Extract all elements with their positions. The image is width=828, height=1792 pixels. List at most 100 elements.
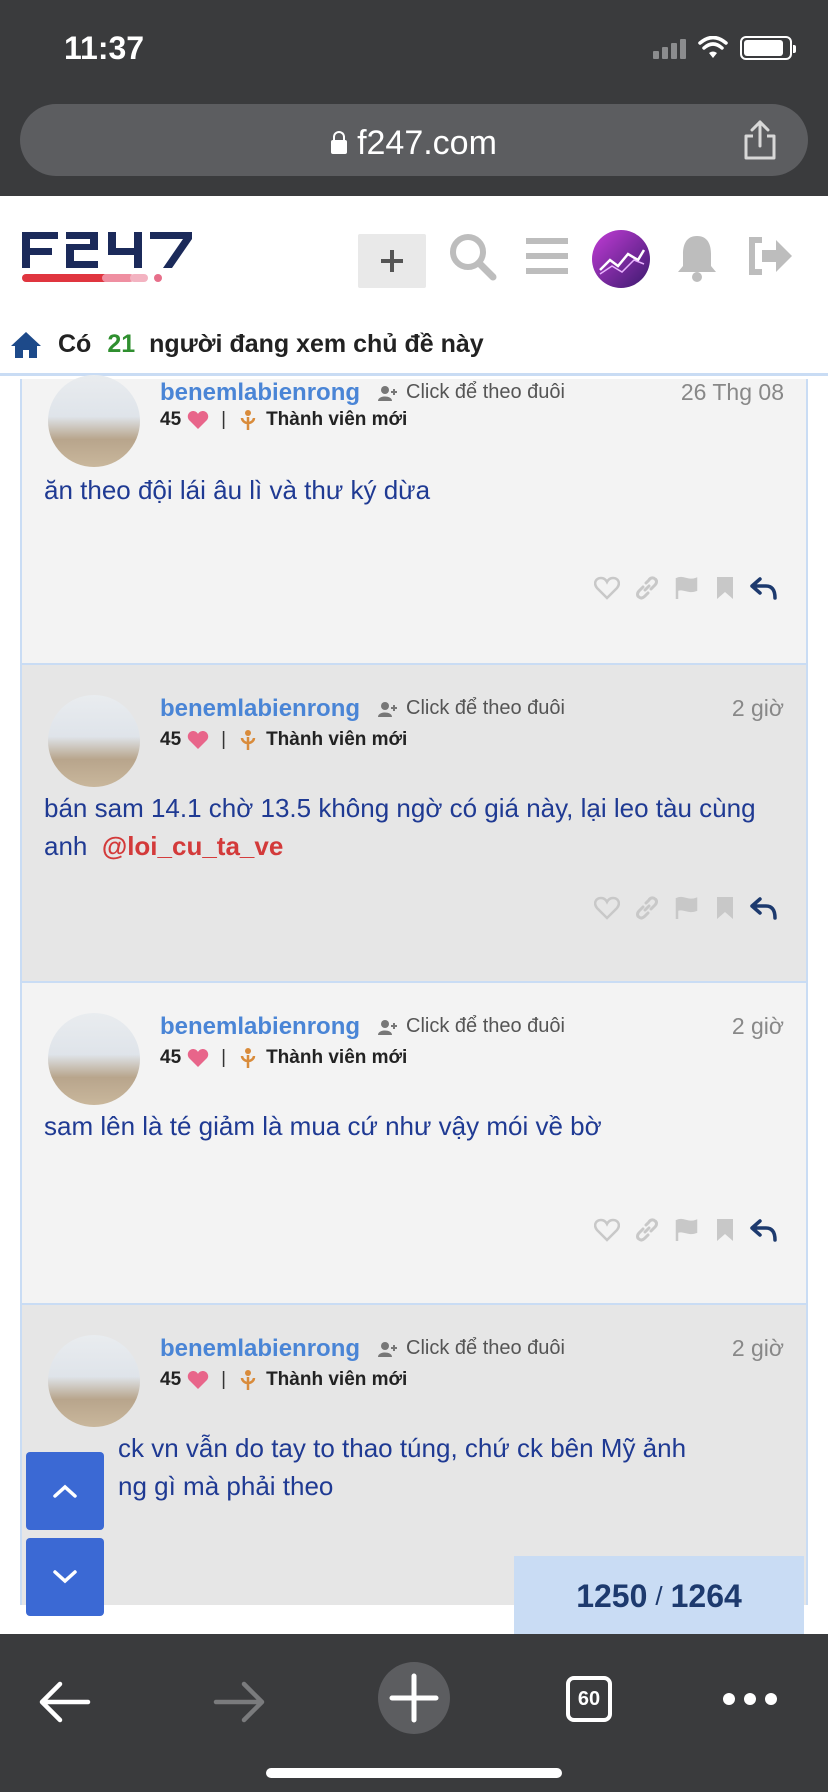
follow-label: Click để theo đuôi [406, 697, 565, 719]
heart-icon[interactable] [594, 576, 620, 600]
site-header [0, 196, 828, 316]
link-icon[interactable] [634, 1217, 660, 1243]
flag-icon[interactable] [674, 1218, 700, 1242]
heart-icon [187, 411, 209, 429]
heart-icon[interactable] [594, 896, 620, 920]
chevron-up-icon [53, 1484, 77, 1498]
post-text-line: ng gì mà phải theo [118, 1471, 334, 1501]
post-body: bán sam 14.1 chờ 13.5 không ngờ có giá n… [44, 789, 766, 865]
post-meta: 45 | Thành viên mới [160, 1369, 408, 1390]
post-avatar[interactable] [48, 375, 140, 467]
post-body: ck vn vẫn do tay to thao túng, chứ ck bê… [118, 1429, 766, 1505]
back-arrow-icon[interactable] [38, 1680, 92, 1724]
user-avatar[interactable] [592, 230, 650, 288]
plus-icon [381, 250, 403, 272]
status-bar: 11:37 [0, 0, 828, 96]
flag-icon[interactable] [674, 896, 700, 920]
post-username[interactable]: benemlabienrong [160, 379, 360, 407]
home-indicator[interactable] [266, 1768, 562, 1778]
scroll-up-button[interactable] [26, 1452, 104, 1530]
member-rank: Thành viên mới [266, 1047, 408, 1068]
tabs-button[interactable]: 60 [566, 1676, 612, 1722]
heart-icon[interactable] [594, 1218, 620, 1242]
progress-total: 1264 [670, 1577, 742, 1614]
post-list: benemlabienrong Click để theo đuôi 26 Th… [20, 375, 808, 1605]
home-icon[interactable] [10, 330, 42, 360]
follow-button[interactable]: Click để theo đuôi [378, 381, 565, 404]
more-icon[interactable] [722, 1692, 778, 1706]
reply-icon[interactable] [750, 576, 778, 600]
post-avatar[interactable] [48, 1335, 140, 1427]
browser-url-area: f247.com [0, 96, 828, 196]
post-meta: 45 | Thành viên mới [160, 729, 408, 750]
viewing-bar: Có 21 người đang xem chủ đề này [0, 316, 828, 376]
follow-button[interactable]: Click để theo đuôi [378, 1337, 565, 1360]
wifi-icon [698, 36, 728, 58]
post-avatar[interactable] [48, 1013, 140, 1105]
post-body: ăn theo đội lái âu lì và thư ký dừa [44, 475, 431, 505]
member-rank: Thành viên mới [266, 729, 408, 750]
scroll-down-button[interactable] [26, 1538, 104, 1616]
sprout-icon [240, 730, 256, 750]
bookmark-icon[interactable] [714, 1217, 736, 1243]
address-bar[interactable]: f247.com [20, 104, 808, 176]
f247-logo[interactable] [22, 232, 222, 288]
cellular-signal-icon [653, 37, 686, 59]
follow-label: Click để theo đuôi [406, 1337, 565, 1359]
topic-progress[interactable]: 1250 / 1264 [514, 1556, 804, 1634]
like-count: 45 [160, 1047, 182, 1068]
menu-icon[interactable] [526, 236, 568, 276]
lock-icon [331, 131, 348, 154]
search-icon[interactable] [448, 232, 498, 282]
user-mention[interactable]: @loi_cu_ta_ve [102, 831, 283, 861]
add-user-icon [378, 1341, 397, 1357]
status-time: 11:37 [64, 30, 145, 66]
battery-icon [740, 36, 796, 60]
heart-icon [187, 731, 209, 749]
logout-icon[interactable] [746, 236, 794, 276]
post-username[interactable]: benemlabienrong [160, 1013, 360, 1041]
url-text: f247.com [357, 124, 497, 162]
add-user-icon [378, 1019, 397, 1035]
reply-icon[interactable] [750, 1218, 778, 1242]
like-count: 45 [160, 729, 182, 750]
post-username[interactable]: benemlabienrong [160, 1335, 360, 1363]
bell-icon[interactable] [676, 232, 718, 282]
link-icon[interactable] [634, 895, 660, 921]
post-actions [594, 895, 778, 921]
post-username[interactable]: benemlabienrong [160, 695, 360, 723]
follow-button[interactable]: Click để theo đuôi [378, 697, 565, 720]
new-tab-plus-icon[interactable] [378, 1662, 450, 1734]
post-text-line: ck vn vẫn do tay to thao túng, chứ ck bê… [118, 1433, 687, 1463]
like-count: 45 [160, 409, 182, 430]
post-date[interactable]: 2 giờ [732, 1013, 784, 1040]
new-topic-button[interactable] [358, 234, 426, 288]
post: benemlabienrong Click để theo đuôi 2 giờ… [20, 665, 808, 983]
follow-label: Click để theo đuôi [406, 1015, 565, 1037]
sprout-icon [240, 1370, 256, 1390]
sprout-icon [240, 1048, 256, 1068]
post: benemlabienrong Click để theo đuôi 2 giờ… [20, 983, 808, 1305]
post-avatar[interactable] [48, 695, 140, 787]
share-icon[interactable] [740, 118, 780, 162]
post-date[interactable]: 26 Thg 08 [681, 379, 784, 406]
post-actions [594, 575, 778, 601]
bookmark-icon[interactable] [714, 575, 736, 601]
post-meta: 45 | Thành viên mới [160, 409, 408, 430]
add-user-icon [378, 385, 397, 401]
like-count: 45 [160, 1369, 182, 1390]
bookmark-icon[interactable] [714, 895, 736, 921]
flag-icon[interactable] [674, 576, 700, 600]
sprout-icon [240, 410, 256, 430]
reply-icon[interactable] [750, 896, 778, 920]
post-body: sam lên là té giảm là mua cứ như vậy mói… [44, 1111, 602, 1141]
add-user-icon [378, 701, 397, 717]
forward-arrow-icon[interactable] [212, 1680, 266, 1724]
post-actions [594, 1217, 778, 1243]
link-icon[interactable] [634, 575, 660, 601]
follow-button[interactable]: Click để theo đuôi [378, 1015, 565, 1038]
web-page: Có 21 người đang xem chủ đề này benemlab… [0, 196, 828, 1634]
progress-current: 1250 [576, 1577, 648, 1614]
post-date[interactable]: 2 giờ [732, 695, 784, 722]
post-date[interactable]: 2 giờ [732, 1335, 784, 1362]
